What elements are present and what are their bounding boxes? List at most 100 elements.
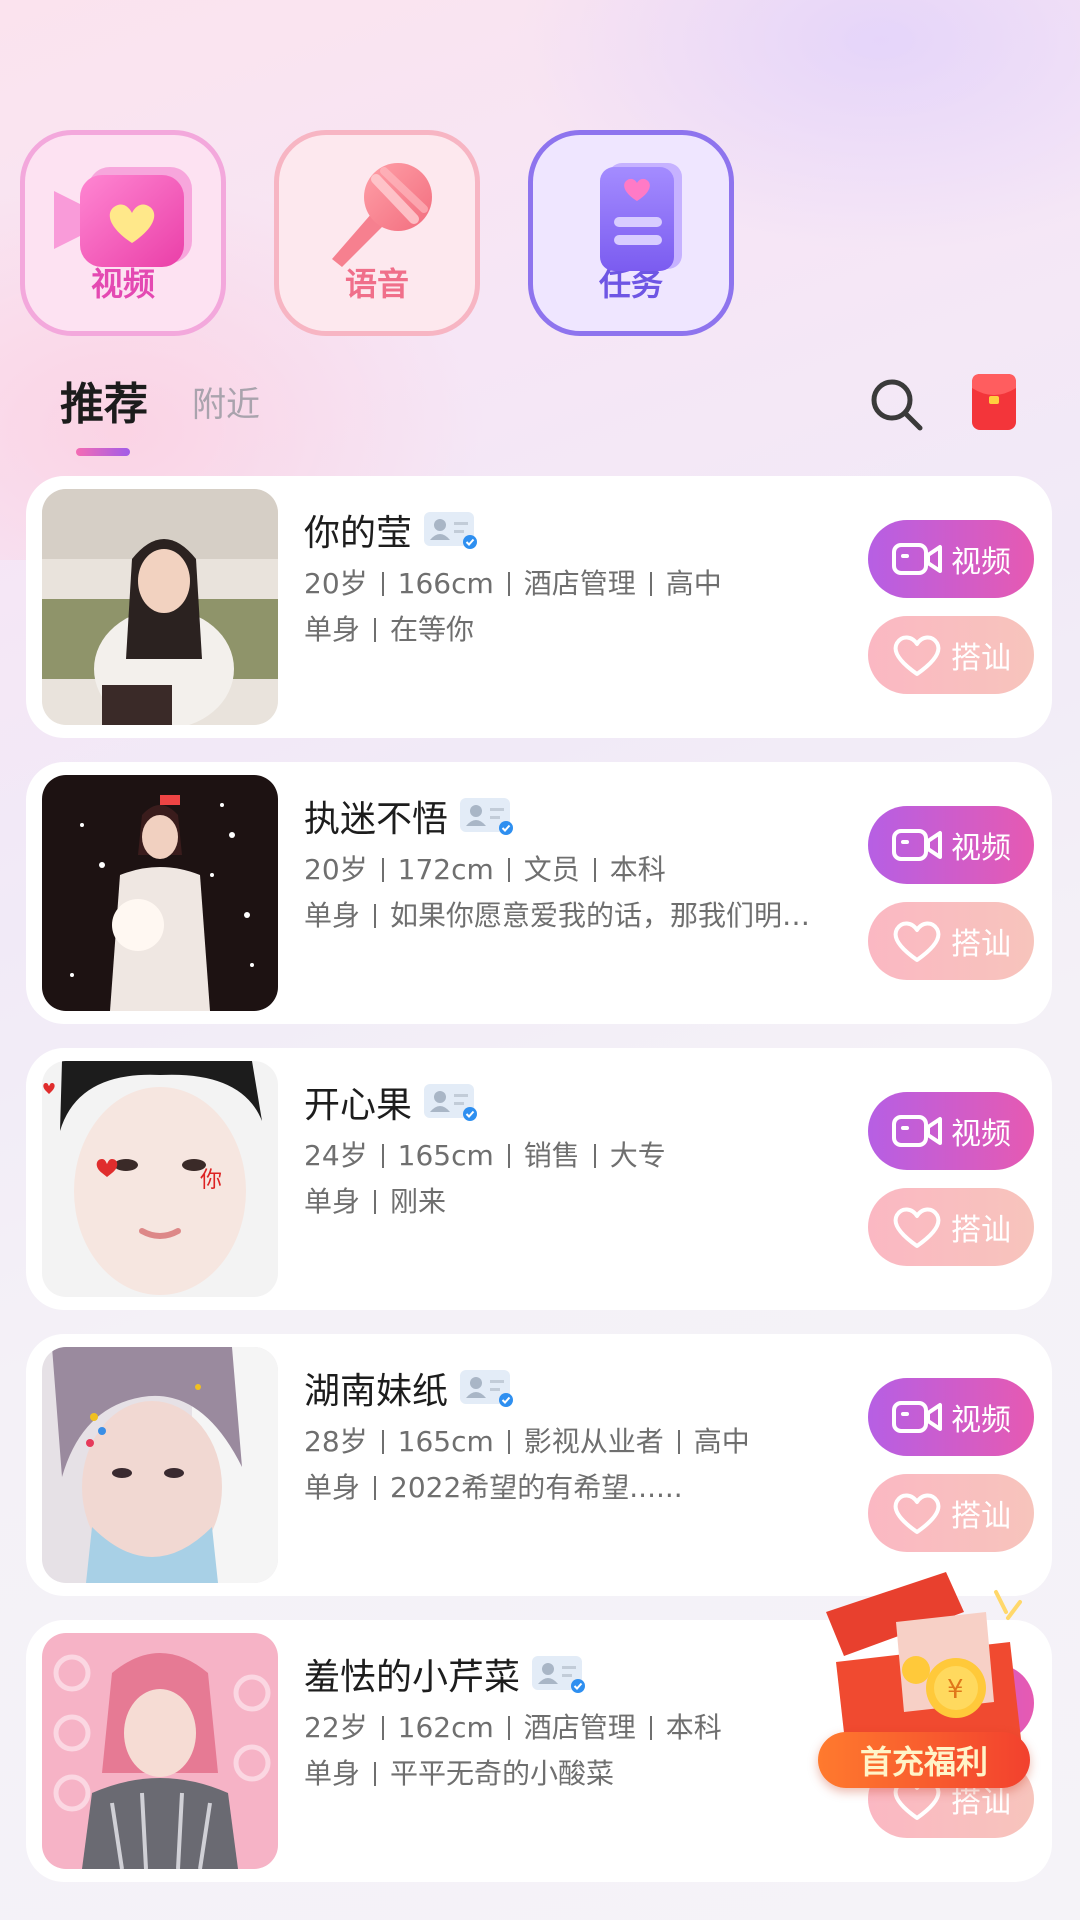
user-card[interactable]: 你的莹 20岁 166cm 酒店管理 高中 单身 在等你 视频 搭讪 — [26, 476, 1052, 738]
user-job: 酒店管理 — [523, 567, 636, 600]
divider — [507, 1144, 510, 1168]
tab-recommend-label: 推荐 — [60, 379, 148, 430]
video-call-label: 视频 — [951, 1117, 1011, 1152]
user-info: 20岁 172cm 文员 本科 — [304, 848, 666, 888]
category-voice[interactable]: 语音 — [274, 130, 480, 336]
user-education: 本科 — [665, 1711, 722, 1744]
heart-icon — [893, 635, 941, 676]
microphone-icon — [332, 163, 432, 267]
video-call-label: 视频 — [951, 831, 1011, 866]
user-height: 162cm — [397, 1711, 494, 1744]
user-status: 单身 — [304, 1185, 361, 1218]
category-video[interactable]: 视频 — [20, 130, 226, 336]
user-status: 单身 — [304, 1757, 361, 1790]
greet-button[interactable]: 搭讪 — [868, 1188, 1034, 1266]
verified-id-icon — [424, 1084, 478, 1121]
video-call-button[interactable]: 视频 — [868, 520, 1034, 598]
divider — [381, 858, 384, 882]
user-name: 开心果 — [304, 1085, 413, 1126]
user-education: 大专 — [609, 1139, 666, 1172]
greet-label: 搭讪 — [951, 927, 1011, 962]
red-packet-icon[interactable] — [972, 374, 1016, 430]
user-bio-line: 单身 如果你愿意爱我的话，那我们明… — [304, 894, 810, 934]
video-camera-icon — [892, 1401, 942, 1433]
divider — [593, 858, 596, 882]
user-card[interactable]: 湖南妹纸 28岁 165cm 影视从业者 高中 单身 2022希望的有希望...... … — [26, 1334, 1052, 1596]
user-card[interactable]: 执迷不悟 20岁 172cm 文员 本科 单身 如果你愿意爱我的话，那我们明… 视频 搭… — [26, 762, 1052, 1024]
greet-label: 搭讪 — [951, 1499, 1011, 1534]
divider — [649, 572, 652, 596]
user-photo[interactable] — [42, 489, 278, 725]
user-job: 文员 — [523, 853, 580, 886]
user-photo[interactable]: 你 — [42, 1061, 278, 1297]
promo-label: 首充福利 — [818, 1732, 1030, 1788]
user-bio: 刚来 — [390, 1185, 447, 1218]
verified-id-icon — [460, 1370, 514, 1407]
svg-text:¥: ¥ — [947, 1675, 964, 1705]
user-name-row: 开心果 — [304, 1076, 480, 1128]
video-call-button[interactable]: 视频 — [868, 1378, 1034, 1456]
user-name: 羞怯的小芹菜 — [304, 1657, 521, 1698]
user-bio-line: 单身 在等你 — [304, 608, 474, 648]
divider — [677, 1430, 680, 1454]
user-status: 单身 — [304, 1471, 361, 1504]
category-task[interactable]: 任务 — [528, 130, 734, 336]
user-photo[interactable] — [42, 1633, 278, 1869]
svg-text:你: 你 — [200, 1168, 222, 1193]
search-icon[interactable] — [868, 376, 924, 432]
user-height: 172cm — [397, 853, 494, 886]
divider — [507, 572, 510, 596]
video-camera-icon — [892, 829, 942, 861]
tab-bar: 推荐 附近 — [60, 368, 260, 456]
user-info: 24岁 165cm 销售 大专 — [304, 1134, 666, 1174]
video-camera-icon — [892, 543, 942, 575]
user-bio-line: 单身 平平无奇的小酸菜 — [304, 1752, 614, 1792]
divider — [374, 904, 377, 928]
user-education: 高中 — [693, 1425, 750, 1458]
video-call-label: 视频 — [951, 1403, 1011, 1438]
user-age: 20岁 — [304, 567, 368, 600]
user-name-row: 你的莹 — [304, 504, 480, 556]
user-height: 165cm — [397, 1139, 494, 1172]
video-heart-icon — [54, 167, 192, 267]
user-height: 165cm — [397, 1425, 494, 1458]
user-job: 影视从业者 — [523, 1425, 664, 1458]
tab-nearby[interactable]: 附近 — [192, 377, 260, 432]
video-call-button[interactable]: 视频 — [868, 1092, 1034, 1170]
user-name-row: 执迷不悟 — [304, 790, 516, 842]
first-recharge-promo[interactable]: ¥ 首充福利 — [796, 1572, 1044, 1792]
divider — [381, 1144, 384, 1168]
user-age: 20岁 — [304, 853, 368, 886]
divider — [649, 1716, 652, 1740]
greet-button[interactable]: 搭讪 — [868, 616, 1034, 694]
divider — [507, 1430, 510, 1454]
user-info: 28岁 165cm 影视从业者 高中 — [304, 1420, 750, 1460]
divider — [507, 1716, 510, 1740]
greet-label: 搭讪 — [951, 1213, 1011, 1248]
divider — [374, 618, 377, 642]
user-name: 湖南妹纸 — [304, 1371, 449, 1412]
divider — [381, 1430, 384, 1454]
video-call-label: 视频 — [951, 545, 1011, 580]
user-card[interactable]: 你 开心果 24岁 165cm 销售 大专 单身 刚来 视频 搭讪 — [26, 1048, 1052, 1310]
divider — [381, 1716, 384, 1740]
user-age: 24岁 — [304, 1139, 368, 1172]
user-job: 销售 — [523, 1139, 580, 1172]
task-list-icon — [600, 163, 682, 271]
user-photo[interactable] — [42, 1347, 278, 1583]
verified-id-icon — [424, 512, 478, 549]
heart-icon — [893, 1207, 941, 1248]
video-call-button[interactable]: 视频 — [868, 806, 1034, 884]
divider — [593, 1144, 596, 1168]
user-education: 本科 — [609, 853, 666, 886]
tab-recommend[interactable]: 推荐 — [60, 368, 148, 456]
greet-button[interactable]: 搭讪 — [868, 902, 1034, 980]
user-photo[interactable] — [42, 775, 278, 1011]
user-age: 22岁 — [304, 1711, 368, 1744]
user-name-row: 羞怯的小芹菜 — [304, 1648, 588, 1700]
user-status: 单身 — [304, 899, 361, 932]
greet-button[interactable]: 搭讪 — [868, 1474, 1034, 1552]
user-bio: 如果你愿意爱我的话，那我们明… — [390, 899, 811, 932]
user-status: 单身 — [304, 613, 361, 646]
user-bio: 平平无奇的小酸菜 — [390, 1757, 615, 1790]
